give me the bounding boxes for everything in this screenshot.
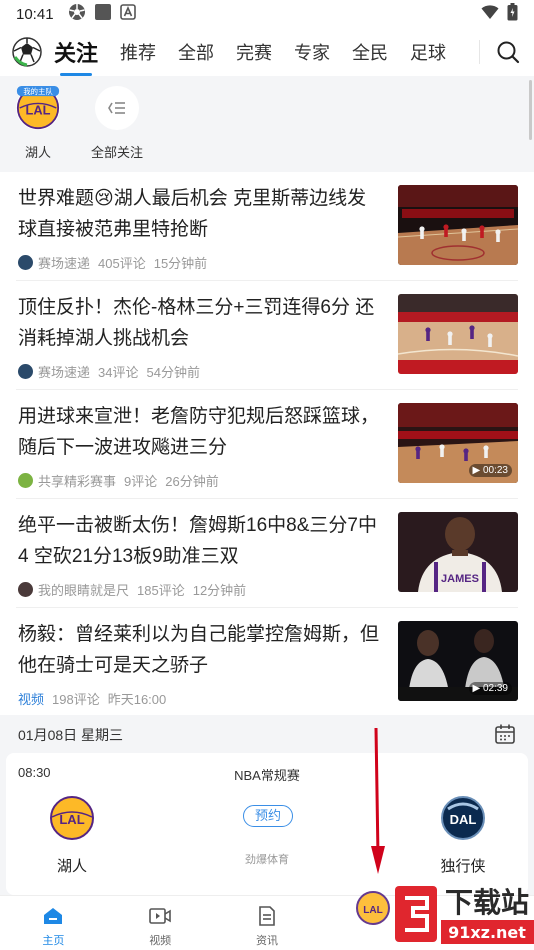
top-nav: 关注 推荐 全部 完赛 专家 全民 足球 (0, 28, 534, 76)
jersey-name: JAMES (441, 573, 479, 585)
square-notification-icon (94, 3, 112, 25)
scroll-down-arrow (371, 728, 385, 874)
news-title: 绝平一击被断太伤！詹姆斯16中8&三分7中4 空砍21分13板9助准三双 (18, 515, 377, 567)
tab-football[interactable]: 足球 (410, 39, 446, 65)
news-item[interactable]: 用进球来宣泄！老詹防守犯规后怒踩篮球，随后下一波进攻飚进三分 共享精彩赛事 9评… (16, 390, 518, 499)
home-icon (41, 904, 65, 928)
status-time: 10:41 (16, 5, 54, 23)
letter-a-notification-icon (119, 4, 136, 24)
news-source: 共享精彩赛事 (38, 474, 117, 489)
match-card[interactable]: 08:30 NBA常规赛 LAL 湖人 预约 劲爆体育 DAL 独行侠 (6, 753, 528, 895)
bottom-tab-video[interactable]: 视频 (107, 896, 214, 950)
news-title: 顶住反扑！杰伦-格林三分+三罚连得6分 还消耗掉湖人挑战机会 (18, 297, 375, 349)
news-time: 26分钟前 (165, 474, 219, 489)
avatar (18, 582, 33, 597)
avatar (18, 364, 33, 379)
bottom-tab-home[interactable]: 主页 (0, 896, 107, 950)
news-thumbnail[interactable]: ▶ 00:23 (398, 403, 518, 483)
avatar (18, 255, 33, 270)
lakers-logo: LAL (49, 795, 95, 841)
news-title: 世界难题😢湖人最后机会 克里斯蒂边线发球直接被范弗里特抢断 (18, 188, 367, 240)
news-icon (255, 904, 279, 928)
bottom-tab-news[interactable]: 资讯 (214, 896, 321, 950)
follow-item-label: 湖人 (24, 145, 51, 160)
scrollbar[interactable] (529, 80, 532, 140)
news-meta: 共享精彩赛事 9评论 26分钟前 (18, 471, 219, 490)
avatar (18, 473, 33, 488)
news-comments: 34评论 (98, 365, 139, 380)
reserve-button[interactable]: 预约 (243, 805, 293, 827)
bottom-tab-label: 视频 (149, 935, 172, 947)
mavericks-logo: DAL (440, 795, 486, 841)
news-item[interactable]: 绝平一击被断太伤！詹姆斯16中8&三分7中4 空砍21分13板9助准三双 我的眼… (16, 499, 518, 608)
news-meta: 赛场速递 405评论 15分钟前 (18, 253, 207, 272)
video-duration: ▶ 00:23 (468, 464, 512, 477)
tab-expert[interactable]: 专家 (294, 39, 330, 65)
news-time: 54分钟前 (146, 365, 200, 380)
soccer-notification-icon (68, 3, 86, 25)
news-thumbnail[interactable]: JAMES (398, 512, 518, 592)
calendar-icon[interactable] (494, 723, 516, 745)
news-time: 12分钟前 (192, 583, 247, 598)
news-comments: 405评论 (98, 256, 146, 271)
tab-all[interactable]: 全部 (178, 39, 214, 65)
news-title: 杨毅：曾经莱利以为自己能掌控詹姆斯，但他在骑士可是天之骄子 (18, 624, 380, 676)
bottom-tab-label: 资讯 (255, 935, 278, 947)
watermark-url: 91xz.net (448, 923, 526, 942)
lakers-logo: LAL 我的主队 (16, 86, 60, 130)
match-league: NBA常规赛 (234, 768, 300, 783)
news-source: 赛场速递 (38, 365, 91, 380)
schedule-section: 01月08日 星期三 08:30 NBA常规赛 LAL 湖人 预约 劲爆体育 D… (0, 715, 534, 895)
home-team-logo-text: LAL (59, 812, 84, 827)
news-meta: 我的眼睛就是尺 185评论 12分钟前 (18, 580, 246, 599)
video-duration-text: 02:39 (482, 683, 508, 694)
away-team-name: 独行侠 (440, 858, 486, 875)
news-thumbnail[interactable]: ▶ 02:39 (398, 621, 518, 701)
news-item[interactable]: 顶住反扑！杰伦-格林三分+三罚连得6分 还消耗掉湖人挑战机会 赛场速递 34评论… (16, 281, 518, 390)
follow-item-label: 全部关注 (90, 145, 143, 160)
news-thumbnail[interactable] (398, 294, 518, 374)
news-item[interactable]: 世界难题😢湖人最后机会 克里斯蒂边线发球直接被范弗里特抢断 赛场速递 405评论… (16, 172, 518, 281)
list-icon (95, 86, 139, 130)
news-source: 赛场速递 (38, 256, 91, 271)
tab-recommend[interactable]: 推荐 (120, 39, 156, 65)
news-thumbnail[interactable] (398, 185, 518, 265)
search-icon[interactable] (496, 40, 520, 64)
news-source-video: 视频 (18, 692, 45, 707)
news-item[interactable]: 杨毅：曾经莱利以为自己能掌控詹姆斯，但他在骑士可是天之骄子 视频 198评论 昨… (16, 608, 518, 717)
schedule-date: 01月08日 星期三 (18, 727, 124, 743)
tab-everyone[interactable]: 全民 (352, 39, 388, 65)
away-team-logo-text: DAL (450, 812, 477, 827)
tab-following[interactable]: 关注 (54, 36, 98, 76)
wifi-icon (481, 4, 499, 24)
news-title: 用进球来宣泄！老詹防守犯规后怒踩篮球，随后下一波进攻飚进三分 (18, 406, 380, 458)
nav-divider (479, 40, 480, 64)
video-icon (148, 904, 172, 928)
news-time: 15分钟前 (153, 256, 208, 271)
news-time: 昨天16:00 (107, 692, 167, 707)
watermark-title: 下载站 (445, 886, 529, 919)
watermark-team-logo-text: LAL (363, 905, 382, 916)
battery-icon (507, 3, 518, 25)
video-duration: ▶ 02:39 (468, 682, 512, 695)
follow-item-all[interactable]: 全部关注 (82, 86, 152, 161)
lakers-logo-text: LAL (26, 102, 51, 117)
tab-finished[interactable]: 完赛 (236, 39, 272, 65)
my-team-badge: 我的主队 (23, 87, 53, 96)
status-bar: 10:41 (0, 0, 534, 28)
news-meta: 视频 198评论 昨天16:00 (18, 689, 166, 708)
follow-bar: LAL 我的主队 湖人 全部关注 (0, 76, 534, 172)
news-list: 世界难题😢湖人最后机会 克里斯蒂边线发球直接被范弗里特抢断 赛场速递 405评论… (0, 172, 534, 717)
video-duration-text: 00:23 (482, 465, 508, 476)
news-meta: 赛场速递 34评论 54分钟前 (18, 362, 200, 381)
news-comments: 185评论 (137, 583, 185, 598)
bottom-tab-label: 主页 (42, 935, 65, 947)
news-comments: 9评论 (124, 474, 158, 489)
news-comments: 198评论 (52, 692, 100, 707)
follow-item-lakers[interactable]: LAL 我的主队 湖人 (3, 86, 73, 161)
site-watermark: LAL 下载站 91xz.net (356, 886, 534, 944)
news-source: 我的眼睛就是尺 (38, 583, 130, 598)
app-logo-icon[interactable] (12, 37, 42, 67)
away-team[interactable]: DAL 独行侠 (418, 795, 508, 876)
